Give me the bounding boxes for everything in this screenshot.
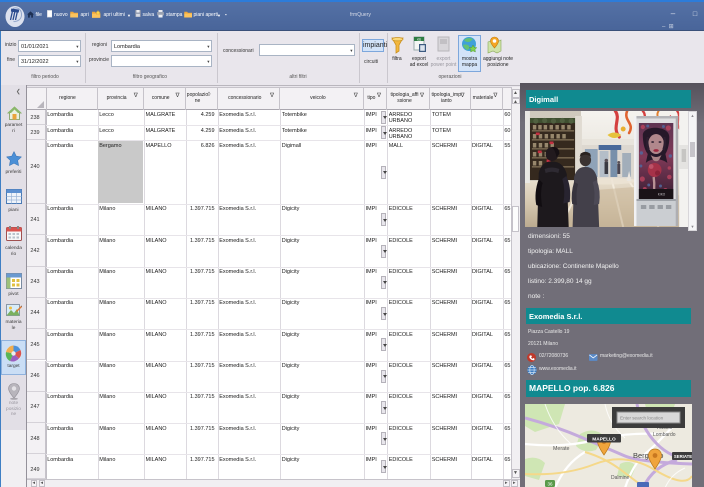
svg-text:KIKO: KIKO (658, 193, 666, 197)
svg-text:Dalmine: Dalmine (611, 475, 630, 481)
svg-text:MAPELLO: MAPELLO (592, 436, 616, 442)
svg-text:Enter search location: Enter search location (620, 415, 664, 420)
svg-text:36: 36 (547, 481, 553, 486)
svg-text:Merate: Merate (553, 446, 570, 452)
svg-text:Lombardo: Lombardo (653, 432, 676, 438)
svg-text:xls: xls (417, 38, 422, 42)
svg-text:SERIATE: SERIATE (674, 454, 692, 459)
